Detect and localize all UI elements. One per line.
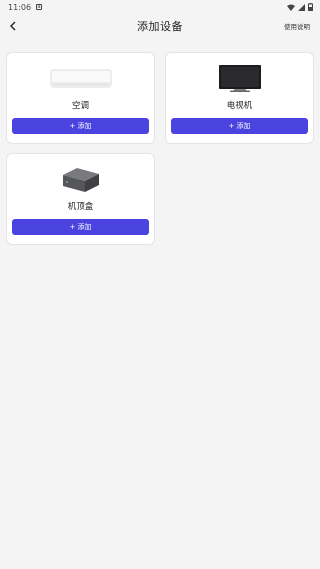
device-card-television[interactable]: 电视机 + 添加 xyxy=(165,52,314,144)
add-button[interactable]: + 添加 xyxy=(12,118,149,134)
device-name: 电视机 xyxy=(226,101,253,111)
signal-icon xyxy=(298,3,305,11)
air-conditioner-image xyxy=(7,63,154,95)
help-link[interactable]: 使用说明 xyxy=(284,21,310,31)
device-grid: 空调 + 添加 电视机 + 添加 机顶盒 + 添加 xyxy=(6,52,314,245)
add-button[interactable]: + 添加 xyxy=(12,219,149,235)
back-button[interactable] xyxy=(5,17,21,35)
notification-icon: a xyxy=(36,4,43,10)
device-card-set-top-box[interactable]: 机顶盒 + 添加 xyxy=(6,153,155,245)
add-button[interactable]: + 添加 xyxy=(171,118,308,134)
page-title: 添加设备 xyxy=(137,20,183,33)
battery-icon xyxy=(308,3,313,11)
status-bar: 11:06 a xyxy=(0,0,320,14)
device-card-air-conditioner[interactable]: 空调 + 添加 xyxy=(6,52,155,144)
television-image xyxy=(166,63,313,95)
status-time: 11:06 xyxy=(8,2,32,12)
device-name: 机顶盒 xyxy=(67,202,94,212)
wifi-icon xyxy=(287,4,295,11)
app-header: 添加设备 使用说明 xyxy=(0,14,320,38)
set-top-box-image xyxy=(7,164,154,196)
device-name: 空调 xyxy=(71,101,89,111)
chevron-left-icon xyxy=(10,21,16,31)
